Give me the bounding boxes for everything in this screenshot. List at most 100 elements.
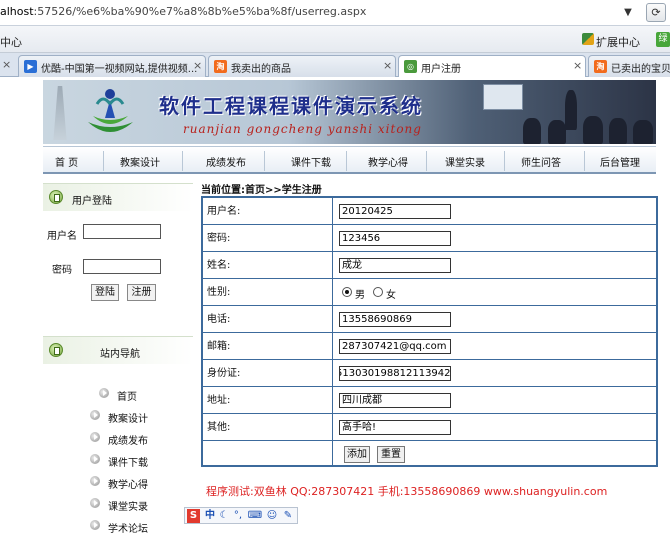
site-logo-icon (88, 89, 133, 132)
audience-image (609, 118, 627, 144)
arrow-bullet-icon (90, 476, 100, 486)
tab-scroll-left-icon[interactable]: × (2, 58, 11, 71)
gender-male-radio[interactable] (342, 287, 352, 297)
reset-button[interactable]: 重置 (377, 446, 405, 463)
form-row: 地址: 四川成都 (203, 387, 656, 414)
form-label: 电话: (203, 306, 333, 333)
audience-image (523, 118, 541, 144)
ime-toolbar[interactable]: S 中 ☾ °, ⌨ ☺ ✎ (184, 507, 298, 524)
arrow-bullet-icon (90, 454, 100, 464)
side-link-home[interactable]: 首页 (117, 388, 137, 403)
form-label: 姓名: (203, 252, 333, 279)
nav-item-grades[interactable]: 成绩发布 (206, 154, 246, 169)
form-row: 性别: 男 女 (203, 279, 656, 306)
arrow-bullet-icon (90, 410, 100, 420)
tab-sold-items[interactable]: 淘 我卖出的商品 × (208, 55, 396, 77)
nav-divider (264, 151, 265, 171)
audience-image (633, 120, 653, 144)
form-row: 邮箱: 287307421@qq.com (203, 333, 656, 360)
password-input[interactable]: 123456 (339, 231, 451, 246)
extension-center-link[interactable]: 扩展中心 (596, 34, 640, 50)
punctuation-icon[interactable]: °, (232, 509, 244, 523)
wrench-icon[interactable]: ✎ (281, 509, 295, 523)
nav-item-qa[interactable]: 师生问答 (521, 154, 561, 169)
password-label: 密码 (52, 265, 72, 276)
footer-credit: 程序测试:双鱼林 QQ:287307421 手机:13558690869 www… (206, 485, 608, 498)
refresh-icon[interactable]: ⟳ (646, 3, 666, 22)
form-row: 身份证: 513030198812113942 (203, 360, 656, 387)
side-link-classroom[interactable]: 课堂实录 (108, 498, 148, 513)
close-icon[interactable]: × (573, 59, 582, 72)
address-text[interactable]: alhost:57526/%e6%ba%90%e7%a8%8b%e5%ba%8f… (0, 5, 366, 18)
username-input[interactable]: 20120425 (339, 204, 451, 219)
side-link-downloads[interactable]: 课件下载 (108, 454, 148, 469)
phone-input[interactable]: 13558690869 (339, 312, 451, 327)
projector-screen-image (483, 84, 523, 110)
sogou-logo-icon[interactable]: S (187, 509, 200, 523)
address-bar[interactable]: alhost:57526/%e6%ba%90%e7%a8%8b%e5%ba%8f… (0, 0, 670, 26)
nav-divider (426, 151, 427, 171)
form-row: 其他: 高手哈! (203, 414, 656, 441)
address-input[interactable]: 四川成都 (339, 393, 451, 408)
site-subtitle: ruanjian gongcheng yanshi xitong (183, 122, 422, 136)
extension-icon[interactable] (582, 33, 594, 45)
chinese-mode-icon[interactable]: 中 (203, 509, 217, 523)
tab-user-register[interactable]: ◎ 用户注册 × (398, 55, 586, 78)
arrow-bullet-icon (90, 498, 100, 508)
close-icon[interactable]: × (383, 59, 392, 72)
extension-badge[interactable]: 绿 (656, 32, 670, 47)
user-icon[interactable]: ☺ (265, 509, 279, 523)
form-row: 添加 重置 (203, 441, 656, 465)
moon-icon[interactable]: ☾ (218, 509, 230, 523)
form-label-empty (203, 441, 333, 465)
nav-divider (103, 151, 104, 171)
username-label: 用户名 (47, 231, 77, 242)
form-label: 密码: (203, 225, 333, 252)
nav-item-lesson-design[interactable]: 教案设计 (120, 154, 160, 169)
login-username-input[interactable] (83, 224, 161, 239)
side-link-grades[interactable]: 成绩发布 (108, 432, 148, 447)
registration-form: 用户名: 20120425 密码: 123456 姓名: 成龙 性别: 男 女 … (201, 196, 658, 467)
nav-item-downloads[interactable]: 课件下载 (291, 154, 331, 169)
id-card-input[interactable]: 513030198812113942 (339, 366, 451, 381)
form-label: 用户名: (203, 198, 333, 225)
taobao-icon: 淘 (594, 60, 607, 73)
youku-icon: ▶ (24, 60, 37, 73)
tab-youku[interactable]: ▶ 优酷-中国第一视频网站,提供视频... × (18, 55, 206, 77)
nav-divider (346, 151, 347, 171)
side-link-lesson-design[interactable]: 教案设计 (108, 410, 148, 425)
audience-image (583, 116, 603, 144)
form-label: 其他: (203, 414, 333, 441)
keyboard-icon[interactable]: ⌨ (247, 509, 263, 523)
address-dropdown-icon[interactable]: ▼ (620, 4, 636, 21)
breadcrumb: 当前位置:首页>>学生注册 (201, 185, 322, 196)
nav-item-home[interactable]: 首 页 (55, 154, 78, 169)
login-button[interactable]: 登陆 (91, 284, 119, 301)
login-password-input[interactable] (83, 259, 161, 274)
nav-divider (504, 151, 505, 171)
form-label: 地址: (203, 387, 333, 414)
side-link-teaching-notes[interactable]: 教学心得 (108, 476, 148, 491)
nav-item-admin[interactable]: 后台管理 (600, 154, 640, 169)
nav-item-teaching-notes[interactable]: 教学心得 (368, 154, 408, 169)
presenter-image (565, 90, 577, 130)
form-label: 性别: (203, 279, 333, 306)
bookmark-item[interactable]: 中心 (0, 34, 22, 50)
email-input[interactable]: 287307421@qq.com (339, 339, 451, 354)
other-input[interactable]: 高手哈! (339, 420, 451, 435)
register-button[interactable]: 注册 (127, 284, 156, 301)
gender-female-radio[interactable] (373, 287, 383, 297)
form-row: 姓名: 成龙 (203, 252, 656, 279)
name-input[interactable]: 成龙 (339, 258, 451, 273)
add-button[interactable]: 添加 (344, 446, 370, 463)
notepad-icon (49, 343, 63, 357)
notepad-icon (49, 190, 63, 204)
page-icon: ◎ (404, 60, 417, 73)
tab-sold-goods[interactable]: 淘 已卖出的宝贝 (588, 55, 670, 77)
nav-item-classroom[interactable]: 课堂实录 (445, 154, 485, 169)
arrow-bullet-icon (99, 388, 109, 398)
audience-image (548, 120, 566, 144)
close-icon[interactable]: × (193, 59, 202, 72)
form-row: 用户名: 20120425 (203, 198, 656, 225)
nav-divider (584, 151, 585, 171)
